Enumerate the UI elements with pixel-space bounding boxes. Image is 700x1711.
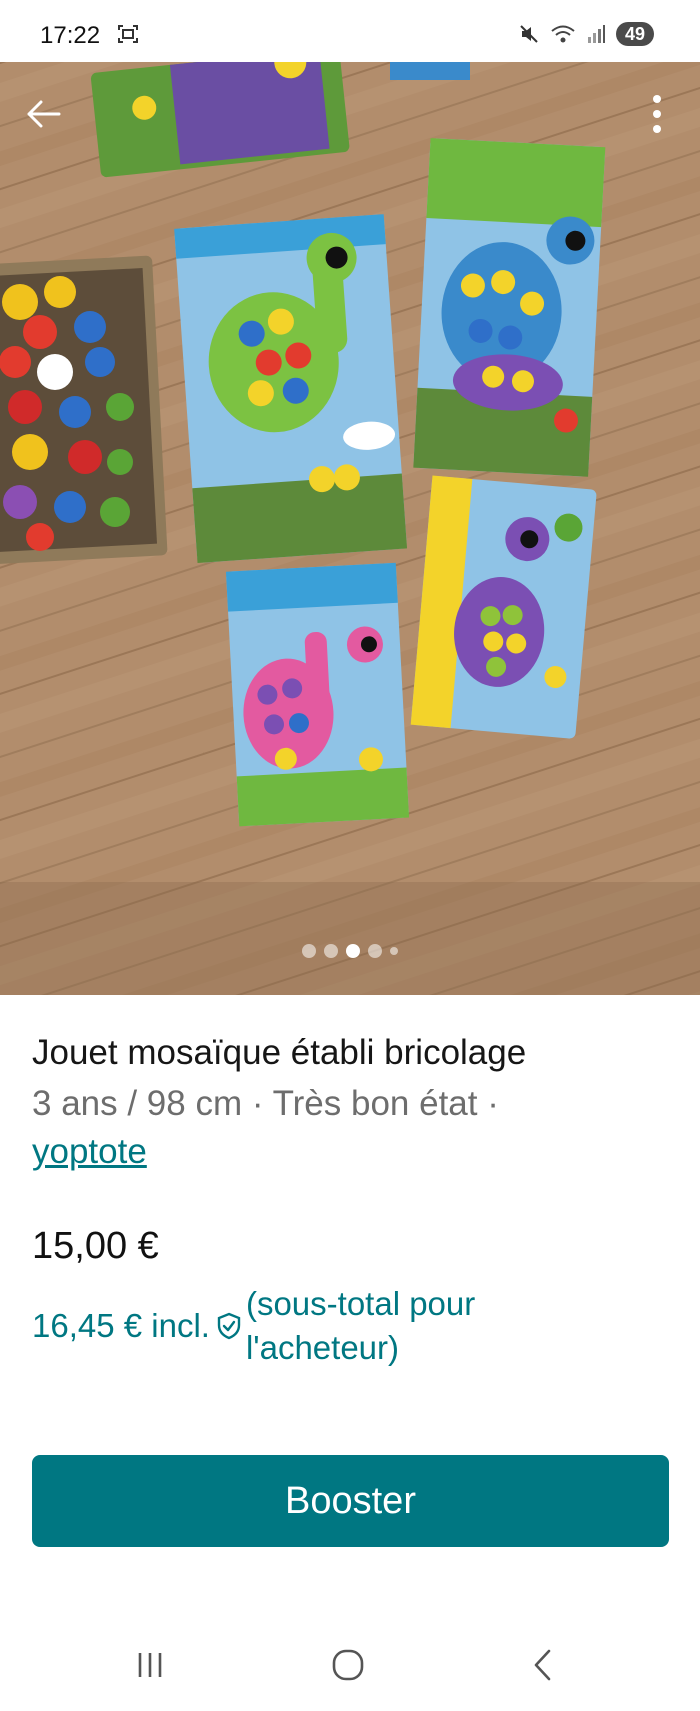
- listing-title: Jouet mosaïque établi bricolage: [32, 1033, 527, 1072]
- more-vertical-icon: [653, 95, 661, 133]
- back-arrow-icon: [27, 100, 61, 128]
- listing-price: 15,00 €: [32, 1225, 159, 1267]
- mute-icon: [520, 25, 538, 43]
- listing-meta: 3 ans / 98 cm · Très bon état ·: [32, 1084, 499, 1123]
- carousel-indicator: [0, 944, 700, 958]
- seller-link[interactable]: yoptote: [32, 1128, 147, 1176]
- back-button[interactable]: [15, 86, 71, 142]
- booster-button[interactable]: Booster: [32, 1455, 669, 1547]
- status-icons: 49: [518, 22, 654, 46]
- system-nav-bar: [0, 1620, 700, 1711]
- buyer-price-note: (sous-total pour l'acheteur): [245, 1285, 476, 1366]
- carousel-dot[interactable]: [324, 944, 338, 958]
- carousel-dot[interactable]: [368, 944, 382, 958]
- signal-icon: [587, 25, 605, 43]
- listing-photo[interactable]: [0, 62, 700, 995]
- recent-apps-button[interactable]: [120, 1640, 180, 1690]
- home-button[interactable]: [318, 1640, 378, 1690]
- battery-badge: 49: [615, 22, 654, 46]
- carousel-dot[interactable]: [390, 947, 398, 955]
- system-back-button[interactable]: [514, 1640, 574, 1690]
- buyer-protection-shield-icon[interactable]: [216, 1312, 242, 1340]
- buyer-price: 16,45 € incl.: [32, 1307, 210, 1344]
- carousel-dot[interactable]: [302, 944, 316, 958]
- wifi-icon: [551, 25, 575, 43]
- buyer-price-row[interactable]: 16,45 € incl. (sous-total pour l'acheteu…: [32, 1282, 536, 1370]
- more-options-button[interactable]: [629, 86, 685, 142]
- carousel-dot-active[interactable]: [346, 944, 360, 958]
- photo-scene: [0, 62, 700, 995]
- recent-apps-icon: [138, 1653, 162, 1677]
- listing-details: Jouet mosaïque établi bricolage 3 ans / …: [32, 1030, 672, 1176]
- home-icon: [332, 1649, 364, 1681]
- screenshot-icon: [118, 25, 138, 43]
- status-time: 17:22: [40, 22, 101, 49]
- back-icon: [534, 1649, 551, 1681]
- status-bar: 17:22 49: [0, 0, 700, 62]
